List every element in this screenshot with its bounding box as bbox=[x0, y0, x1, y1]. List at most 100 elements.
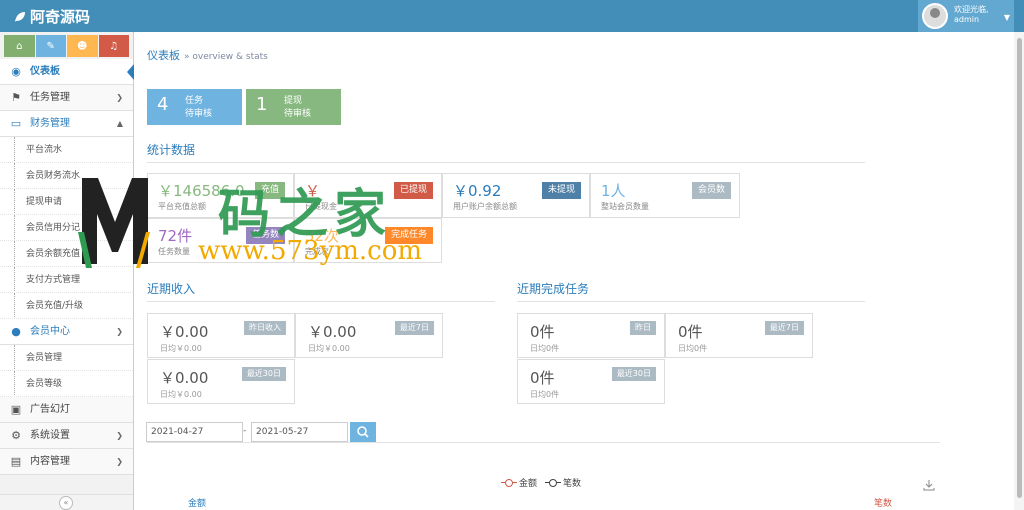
completed-value: 0件 bbox=[530, 369, 555, 387]
sidebar-subitem-payment-methods[interactable]: 支付方式管理 bbox=[0, 267, 133, 293]
stat-badge: 未提现 bbox=[541, 182, 581, 199]
brand-name: 阿奇源码 bbox=[30, 8, 91, 26]
download-icon[interactable] bbox=[923, 479, 935, 491]
chevron-up-icon: ▲ bbox=[116, 119, 123, 128]
pending-tasks-tile[interactable]: 4 任务 待审核 bbox=[147, 89, 242, 125]
completed-desc: 日均0件 bbox=[530, 344, 560, 353]
scrollbar-thumb[interactable] bbox=[1017, 38, 1022, 498]
sidebar-item-ads[interactable]: ▣ 广告幻灯 bbox=[0, 397, 133, 423]
legend-item-count[interactable]: 笔数 bbox=[545, 476, 581, 489]
stat-badge: 已提现 bbox=[393, 182, 433, 199]
sidebar-subitem-member-upgrade[interactable]: 会员充值/升级 bbox=[0, 293, 133, 319]
sidebar-item-content[interactable]: ▤ 内容管理 ❯ bbox=[0, 449, 133, 475]
income-badge: 最近30日 bbox=[241, 367, 286, 381]
chevron-down-icon: ❯ bbox=[116, 327, 123, 336]
tile-count: 1 bbox=[256, 94, 268, 115]
vertical-scrollbar[interactable] bbox=[1014, 32, 1024, 510]
top-navbar: 阿奇源码 欢迎光临, admin ▼ bbox=[0, 0, 1024, 32]
stat-desc: 已提现金 bbox=[305, 202, 337, 211]
active-pointer bbox=[127, 64, 134, 80]
tile-label-line2: 待审核 bbox=[185, 109, 213, 119]
user-menu[interactable]: 欢迎光临, admin ▼ bbox=[918, 0, 1014, 32]
edit-shortcut-button[interactable]: ✎ bbox=[35, 35, 66, 57]
stat-withdrawn: ￥ 已提现金 已提现 bbox=[294, 173, 442, 218]
home-shortcut-button[interactable]: ⌂ bbox=[4, 35, 35, 57]
sidebar-subitem-member-balance-recharge[interactable]: 会员余额充值 bbox=[0, 241, 133, 267]
income-yesterday: ￥0.00 日均￥0.00 昨日收入 bbox=[147, 313, 295, 358]
stat-value: ￥ bbox=[305, 182, 321, 200]
legend-marker-dark bbox=[545, 479, 562, 487]
brand-logo[interactable]: 阿奇源码 bbox=[14, 6, 90, 27]
flag-icon: ⚑ bbox=[11, 91, 21, 104]
page-title: 仪表板 bbox=[147, 49, 180, 62]
completed-value: 0件 bbox=[530, 323, 555, 341]
shortcut-buttons: ⌂ ✎ ☻ ♫ bbox=[0, 32, 133, 59]
welcome-text: 欢迎光临, admin bbox=[954, 5, 989, 25]
sidebar-item-finance-management[interactable]: ▭ 财务管理 ▲ bbox=[0, 111, 133, 137]
page-subtitle: » overview & stats bbox=[184, 52, 268, 62]
stat-desc: 用户账户余额总额 bbox=[453, 202, 517, 211]
credit-card-icon: ▭ bbox=[10, 117, 22, 130]
income-last-7-days: ￥0.00 日均￥0.00 最近7日 bbox=[295, 313, 443, 358]
sidebar-subitem-withdraw-requests[interactable]: 提现申请 bbox=[0, 189, 133, 215]
sidebar-item-label: 任务管理 bbox=[30, 92, 70, 103]
sidebar-subitem-member-credit[interactable]: 会员信用分记 bbox=[0, 215, 133, 241]
chevron-down-icon: ❯ bbox=[116, 93, 123, 102]
date-to-input[interactable]: 2021-05-27 bbox=[251, 422, 348, 442]
notifications-shortcut-button[interactable]: ♫ bbox=[98, 35, 129, 57]
sidebar-item-dashboard[interactable]: ◉ 仪表板 bbox=[0, 59, 134, 85]
tachometer-icon: ◉ bbox=[11, 65, 21, 78]
sidebar-item-label: 会员中心 bbox=[30, 326, 70, 337]
tile-label: 任务 待审核 bbox=[185, 95, 212, 121]
stat-desc: 任务数量 bbox=[158, 247, 190, 256]
sidebar-subitem-member-levels[interactable]: 会员等级 bbox=[0, 371, 133, 397]
stat-value: ￥146586.0 bbox=[158, 182, 245, 200]
bell-icon: ♫ bbox=[109, 40, 119, 52]
users-icon: ☻ bbox=[77, 40, 88, 52]
gear-icon: ⚙ bbox=[11, 429, 21, 442]
user-name: admin bbox=[954, 15, 980, 24]
stat-total-recharge: ￥146586.0 平台充值总额 充值 bbox=[147, 173, 294, 218]
sidebar-item-label: 系统设置 bbox=[30, 430, 70, 441]
legend-item-amount[interactable]: 金额 bbox=[501, 476, 537, 489]
date-from-input[interactable]: 2021-04-27 bbox=[146, 422, 243, 442]
stat-desc: 平台充值总额 bbox=[158, 202, 206, 211]
pencil-icon: ✎ bbox=[46, 40, 55, 52]
sidebar-collapse-bar: « bbox=[0, 494, 133, 510]
chevron-down-icon: ❯ bbox=[116, 431, 123, 440]
sidebar-item-task-management[interactable]: ⚑ 任务管理 ❯ bbox=[0, 85, 133, 111]
sidebar-subitem-platform-flow[interactable]: 平台流水 bbox=[0, 137, 133, 163]
sidebar-subitem-member-finance-flow[interactable]: 会员财务流水 bbox=[0, 163, 133, 189]
date-separator: - bbox=[243, 426, 247, 436]
sidebar-item-label: 财务管理 bbox=[30, 118, 70, 129]
stat-value: 52次 bbox=[305, 227, 340, 245]
income-section-title: 近期收入 bbox=[147, 280, 495, 302]
stat-value: ￥0.92 bbox=[453, 182, 502, 200]
collapse-sidebar-button[interactable]: « bbox=[59, 496, 73, 510]
caret-down-icon: ▼ bbox=[1003, 13, 1010, 22]
completed-last-30-days: 0件 日均0件 最近30日 bbox=[517, 359, 665, 404]
sidebar-item-settings[interactable]: ⚙ 系统设置 ❯ bbox=[0, 423, 133, 449]
completed-section-title: 近期完成任务 bbox=[517, 280, 865, 302]
tile-label: 提现 待审核 bbox=[284, 95, 311, 121]
completed-yesterday: 0件 日均0件 昨日 bbox=[517, 313, 665, 358]
users-shortcut-button[interactable]: ☻ bbox=[67, 35, 98, 57]
avatar bbox=[922, 3, 948, 29]
sidebar-item-member-center[interactable]: ● 会员中心 ❯ bbox=[0, 319, 133, 345]
stat-badge: 会员数 bbox=[691, 182, 731, 199]
sidebar-item-label: 广告幻灯 bbox=[30, 404, 70, 415]
stat-member-count: 1人 整站会员数量 会员数 bbox=[590, 173, 740, 218]
income-last-30-days: ￥0.00 日均￥0.00 最近30日 bbox=[147, 359, 295, 404]
pending-withdraw-tile[interactable]: 1 提现 待审核 bbox=[246, 89, 341, 125]
completed-value: 0件 bbox=[678, 323, 703, 341]
search-button[interactable] bbox=[350, 422, 376, 442]
stat-desc: 整站会员数量 bbox=[601, 202, 649, 211]
tile-label-line2: 待审核 bbox=[284, 109, 312, 119]
sidebar-subitem-member-management[interactable]: 会员管理 bbox=[0, 345, 133, 371]
stat-user-balance: ￥0.92 用户账户余额总额 未提现 bbox=[442, 173, 590, 218]
book-icon: ▤ bbox=[10, 455, 22, 468]
completed-badge: 最近7日 bbox=[764, 321, 804, 335]
stat-task-count: 72件 任务数量 任务数 bbox=[147, 218, 294, 263]
stat-badge: 完成任务 bbox=[384, 227, 433, 244]
user-icon: ● bbox=[11, 325, 21, 338]
